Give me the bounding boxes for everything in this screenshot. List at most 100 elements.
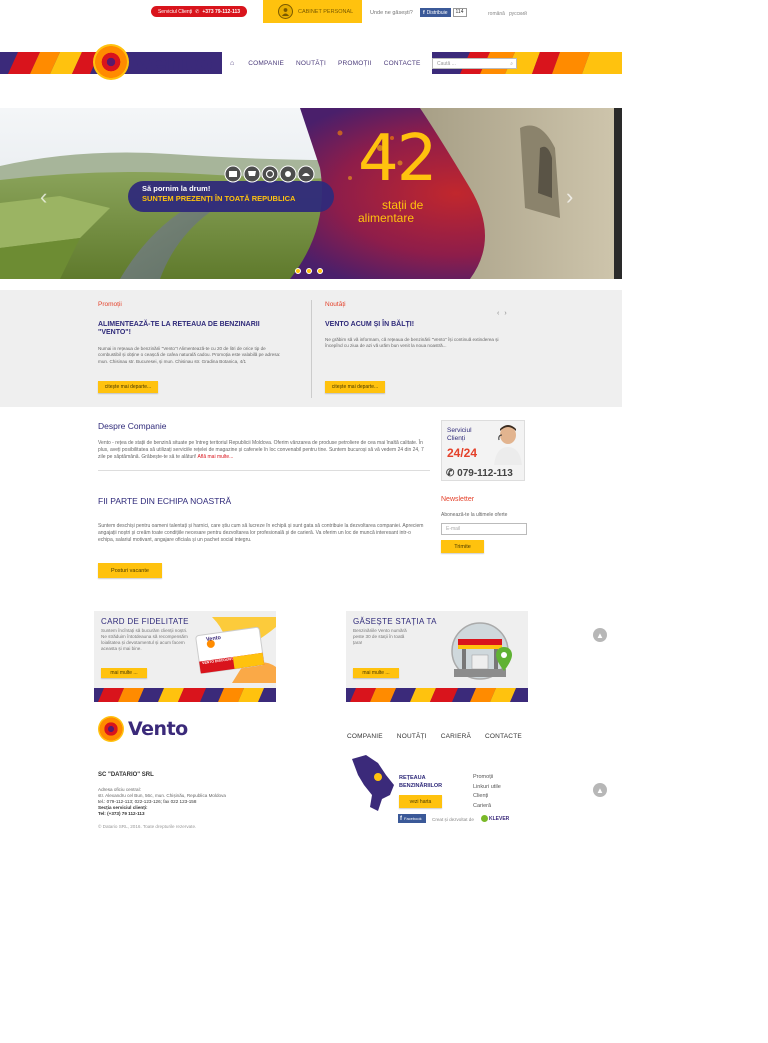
customer-service-pill[interactable]: Serviciul Clienți ✆ +373 79-112-113 — [151, 6, 247, 17]
footer-link-promotii[interactable]: Promoții — [473, 773, 501, 783]
find-station-more-button[interactable]: mai multe ... — [353, 668, 399, 678]
email-placeholder: E-mail — [446, 526, 461, 532]
service-box-label-1: Serviciul — [447, 427, 472, 434]
slider-dot[interactable] — [317, 268, 323, 274]
footer-links: Promoții Linkuri utile Clienți Carieră — [473, 773, 501, 811]
email-field[interactable]: E-mail — [441, 523, 527, 535]
network-title-1: REȚEAUA — [399, 775, 426, 781]
team-body: Suntem deschiși pentru oameni talentați … — [98, 523, 424, 543]
section-divider — [98, 470, 430, 471]
search-placeholder: Caută ... — [437, 60, 456, 67]
agency-icon — [481, 815, 488, 822]
search-input[interactable]: Caută ... ⌕ — [432, 58, 517, 69]
footer-nav-contacte[interactable]: CONTACTE — [485, 733, 522, 740]
slider-dots — [295, 268, 323, 274]
nav-item-contacte[interactable]: CONTACTE — [378, 60, 427, 67]
network-title-2: BENZINĂRIILOR — [399, 783, 443, 789]
scroll-top-icon[interactable]: ▲ — [593, 783, 607, 797]
company-address: Adresa oficiu central: str. Alexandru ce… — [98, 787, 226, 817]
footer-logo[interactable]: Vento — [98, 716, 188, 742]
vento-logo-text: Vento — [133, 47, 213, 77]
news-read-more-button[interactable]: citește mai departe... — [325, 381, 385, 393]
vento-logo-mark — [93, 44, 129, 80]
personal-cabinet-button[interactable]: CABINET PERSONAL — [263, 0, 362, 23]
scroll-top-icon[interactable]: ▲ — [593, 628, 607, 642]
loyalty-card-panel: CARD DE FIDELITATE Suntem încîntați să b… — [94, 611, 276, 702]
footer-logo-mark — [98, 716, 124, 742]
about-body-text: Vento - rețea de stații de benzină situa… — [98, 440, 424, 460]
promo-title[interactable]: ALIMENTEAZĂ-TE LA RETEAUA DE BENZINARII … — [98, 321, 288, 337]
slider-dot[interactable] — [306, 268, 312, 274]
nav-item-promotii[interactable]: PROMOȚII — [332, 60, 378, 67]
card-stripe — [94, 688, 276, 702]
dept-phone: Tel: (+373) 79 112-113 — [98, 811, 145, 816]
footer-nav: COMPANIE NOUTĂȚI CARIERĂ CONTACTE — [347, 733, 522, 740]
user-icon — [278, 4, 293, 19]
facebook-badge[interactable]: f Facebook — [398, 814, 426, 823]
service-phone-row: ✆ 079-112-113 — [446, 468, 513, 479]
facebook-icon: f — [400, 815, 402, 822]
footer-nav-companie[interactable]: COMPANIE — [347, 733, 383, 740]
moldova-map-icon[interactable] — [348, 755, 396, 813]
lang-ru[interactable]: русский — [509, 11, 527, 17]
service-hours: 24/24 — [447, 446, 478, 460]
newsletter-submit-button[interactable]: Trimite — [441, 540, 484, 553]
facebook-share[interactable]: f Distribuie 114 — [420, 8, 467, 17]
facebook-badge-label: Facebook — [404, 816, 422, 821]
nav-item-companie[interactable]: COMPANIE — [242, 60, 290, 67]
promo-body: Numai in rețeaua de benzinării "Vento"! … — [98, 346, 281, 364]
where-link[interactable]: Unde ne găsești? — [370, 10, 413, 16]
vento-logo[interactable]: Vento — [93, 44, 213, 80]
news-next-icon[interactable]: › — [504, 310, 506, 317]
service-box-phone[interactable]: 079-112-113 — [457, 468, 513, 479]
service-label: Serviciul Clienți — [157, 8, 193, 15]
footer-link-utile[interactable]: Linkuri utile — [473, 783, 501, 793]
hero-big-text-1: stații de — [382, 198, 424, 212]
hero-slider: Să pornim la drum! SUNTEM PREZENȚI ÎN TO… — [0, 108, 622, 279]
team-title: FII PARTE DIN ECHIPA NOASTRĂ — [98, 496, 232, 506]
hero-big-text-2: alimentare — [358, 211, 415, 225]
footer-nav-noutati[interactable]: NOUTĂȚI — [397, 733, 427, 740]
network-title: REȚEAUA BENZINĂRIILOR — [399, 774, 442, 790]
customer-service-box[interactable]: Serviciul Clienți 24/24 ✆ 079-112-113 — [441, 420, 525, 481]
cabinet-label: CABINET PERSONAL — [298, 8, 354, 15]
lang-ro[interactable]: română — [488, 11, 505, 17]
footer-nav-cariera[interactable]: CARIERĂ — [441, 733, 471, 740]
hero-tagline-2: SUNTEM PREZENȚI ÎN TOATĂ REPUBLICA — [142, 194, 296, 203]
loyalty-more-button[interactable]: mai multe ... — [101, 668, 147, 678]
slider-dot[interactable] — [295, 268, 301, 274]
facebook-share-count: 114 — [452, 8, 467, 17]
agency-name: KLEVER — [489, 815, 510, 822]
facebook-share-label: Distribuie — [426, 9, 448, 16]
newsletter-title: Newsletter — [441, 496, 475, 503]
slider-prev-arrow[interactable]: ‹ — [40, 184, 47, 210]
view-map-button[interactable]: vezi harta — [399, 795, 442, 808]
news-title[interactable]: VENTO ACUM ȘI ÎN BĂLȚI! — [325, 321, 515, 329]
footer-link-cariera[interactable]: Carieră — [473, 802, 501, 812]
news-heading: Noutăți — [325, 301, 346, 308]
facebook-icon: f — [423, 9, 425, 16]
footer-link-clienti[interactable]: Clienți — [473, 792, 501, 802]
facebook-share-button[interactable]: f Distribuie — [420, 8, 451, 17]
nav-item-noutati[interactable]: NOUTĂȚI — [290, 60, 332, 67]
hero-tagline-1: Să pornim la drum! — [142, 184, 211, 193]
news-prev-icon[interactable]: ‹ — [497, 310, 499, 317]
language-switcher: română русский — [488, 11, 527, 17]
vacancies-button[interactable]: Posturi vacante — [98, 563, 162, 578]
footer-logo-text: Vento — [128, 718, 188, 740]
hero-image — [0, 108, 622, 279]
news-pager: ‹ › — [497, 310, 507, 317]
page: Serviciul Clienți ✆ +373 79-112-113 CABI… — [0, 0, 768, 1043]
home-icon[interactable]: ⌂ — [222, 60, 242, 67]
find-station-body: Benzinăriile Vento numără peste 30 de st… — [353, 628, 407, 645]
find-station-panel: GĂSEȘTE STAȚIA TA Benzinăriile Vento num… — [346, 611, 528, 702]
search-icon[interactable]: ⌕ — [510, 61, 513, 67]
about-title: Despre Companie — [98, 421, 167, 431]
slider-next-arrow[interactable]: › — [566, 184, 573, 210]
agency-logo[interactable]: KLEVER — [481, 815, 509, 822]
promo-read-more-button[interactable]: citește mai departe... — [98, 381, 158, 393]
service-box-label: Serviciul Clienți — [447, 427, 472, 443]
newsletter-subtitle: Abonează-te la ultimele oferte — [441, 512, 508, 518]
card-stripe — [346, 688, 528, 702]
about-more-link[interactable]: Află mai multe... — [198, 454, 234, 460]
